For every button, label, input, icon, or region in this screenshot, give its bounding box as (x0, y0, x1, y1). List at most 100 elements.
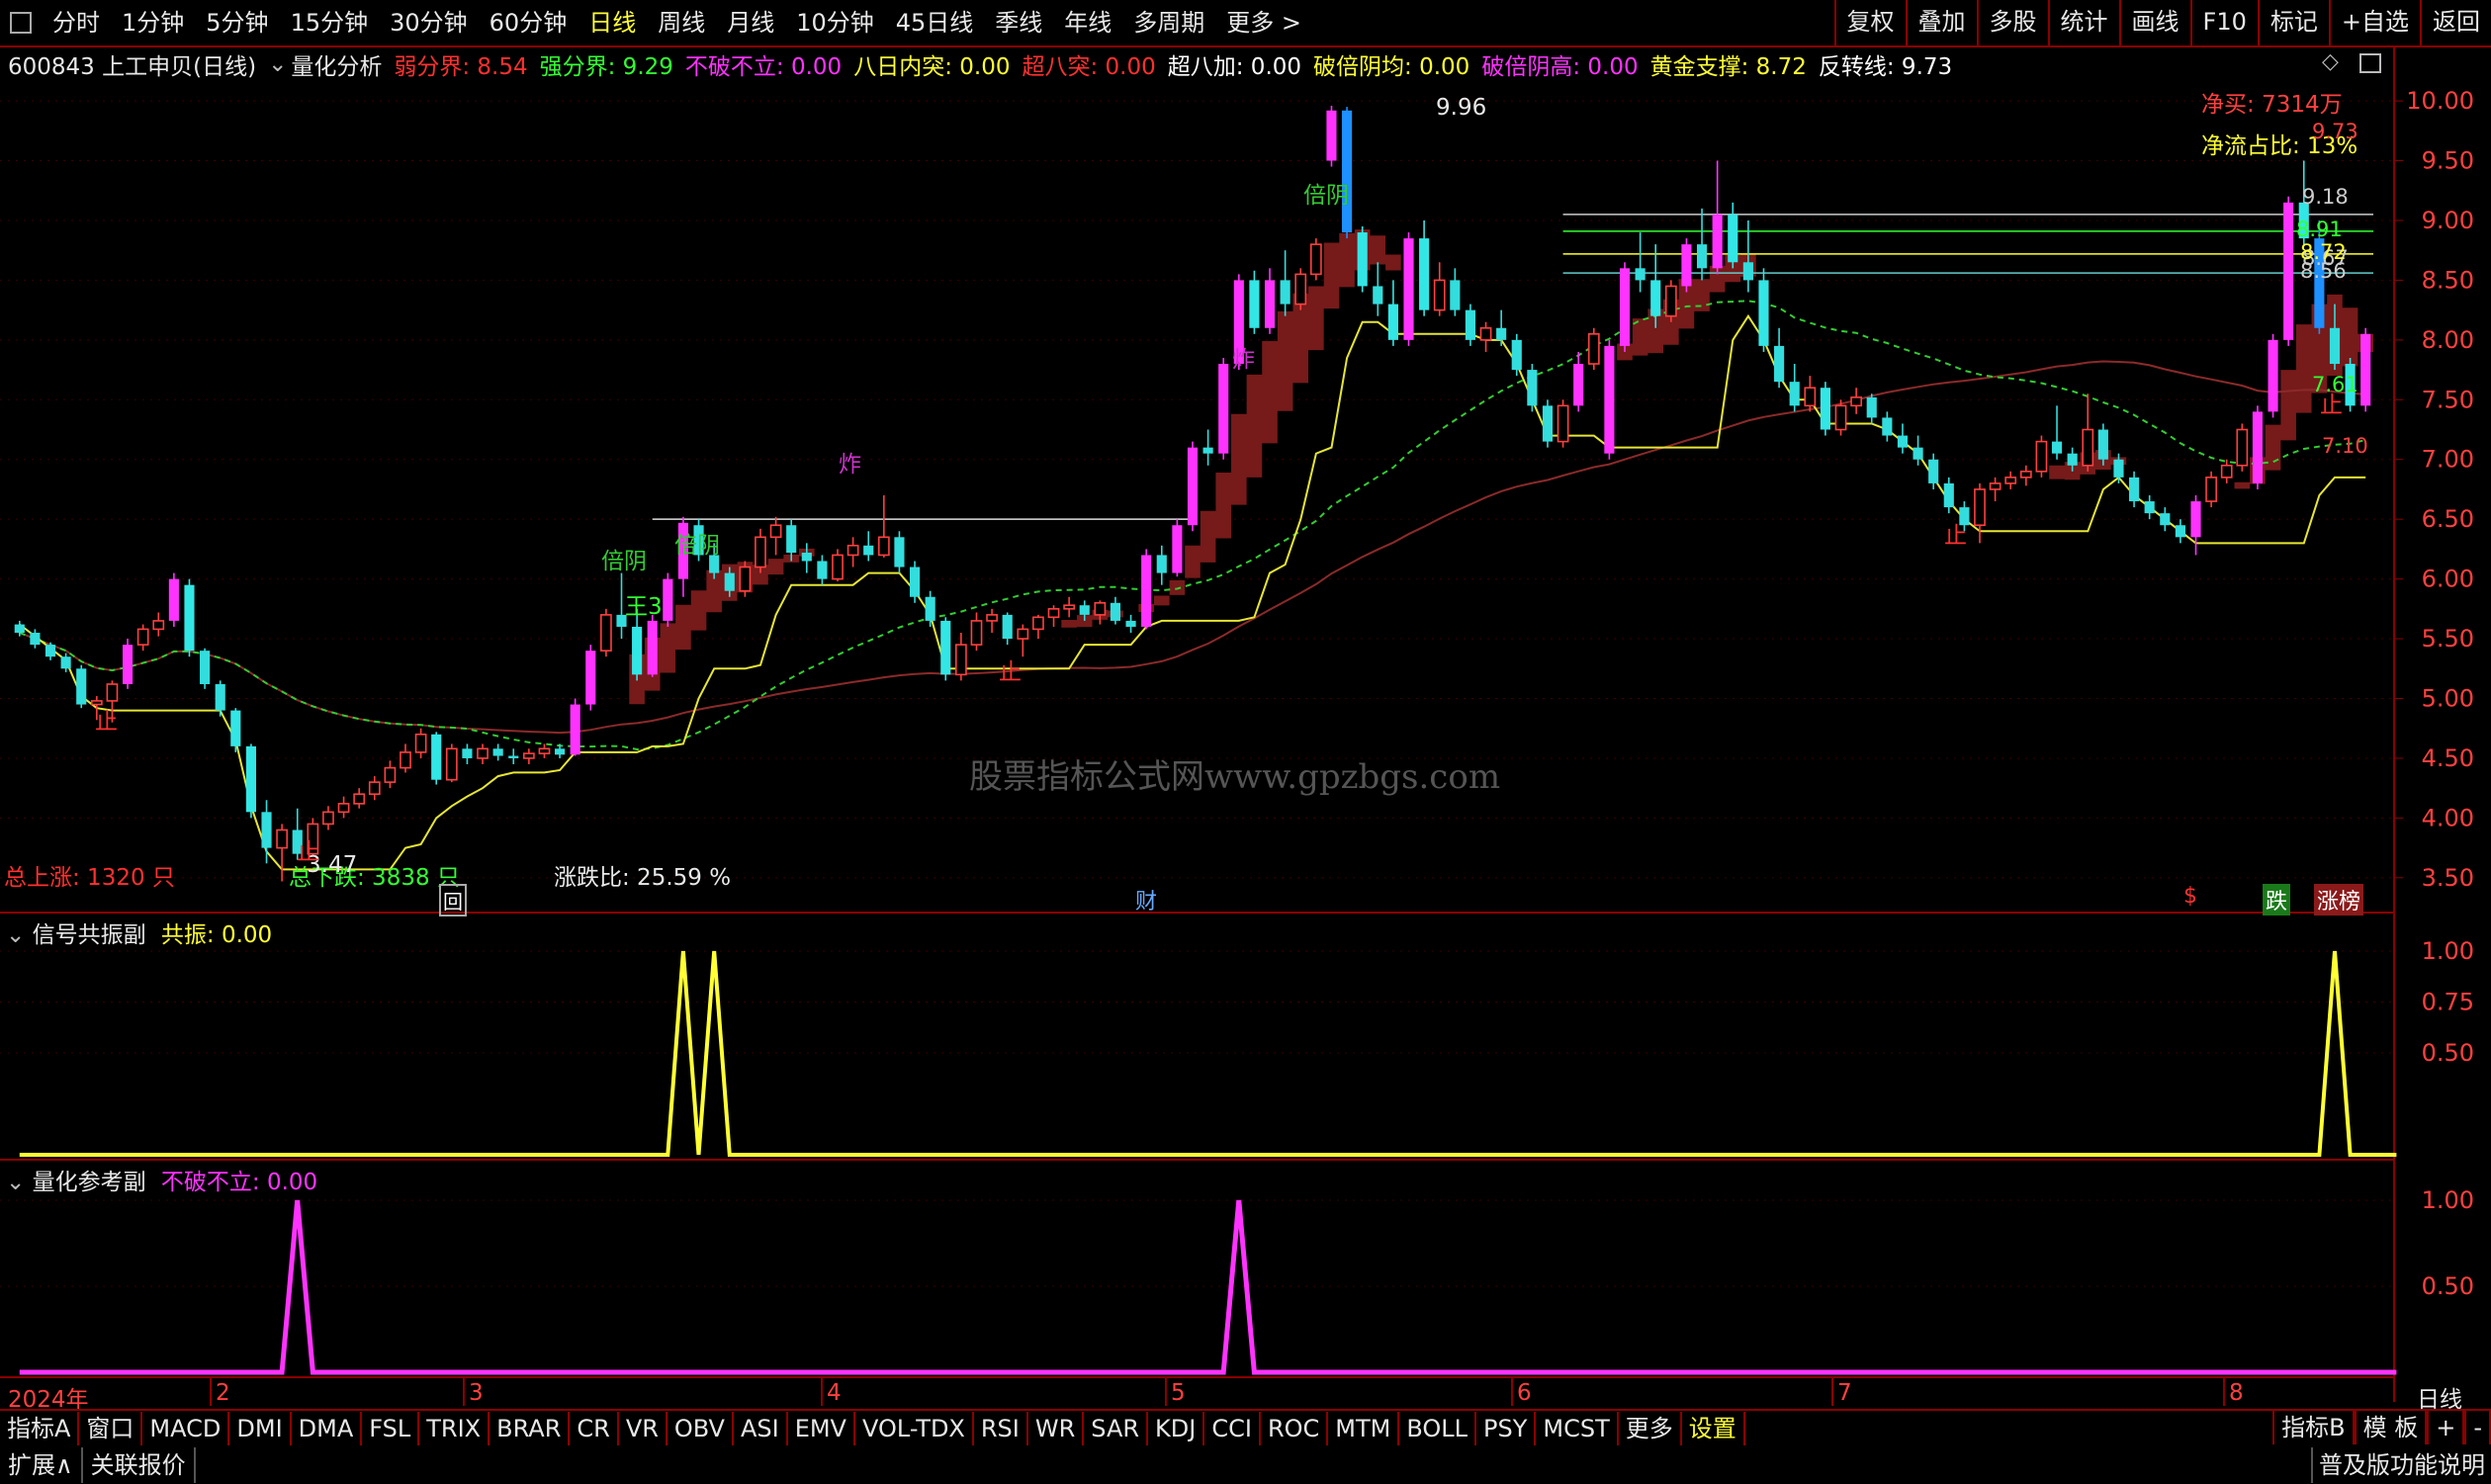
cai-marker[interactable]: 财 (1135, 884, 1157, 916)
candle[interactable] (2360, 327, 2371, 412)
indicator-tab[interactable]: VOL-TDX (855, 1412, 974, 1445)
candle[interactable] (2236, 423, 2249, 472)
indicator-tab[interactable]: SAR (1084, 1412, 1149, 1445)
indicator-right-button[interactable]: - (2464, 1411, 2491, 1444)
candle[interactable] (2082, 393, 2094, 472)
candle[interactable] (1696, 208, 1708, 281)
indicator-tab[interactable]: DMA (292, 1412, 363, 1445)
candle[interactable] (414, 728, 427, 758)
indicator-tab[interactable]: MCST (1536, 1412, 1619, 1445)
candle[interactable] (1433, 262, 1446, 316)
indicator-tab[interactable]: 设置 (1682, 1412, 1745, 1445)
indicator-tab[interactable]: FSL (362, 1412, 420, 1445)
candle[interactable] (1373, 262, 1383, 316)
candle[interactable] (1789, 364, 1800, 412)
candle[interactable] (431, 732, 442, 785)
candle[interactable] (1156, 545, 1167, 585)
candle[interactable] (492, 743, 503, 761)
candle[interactable] (1479, 321, 1492, 352)
candle[interactable] (1913, 435, 1923, 466)
candle[interactable] (970, 612, 983, 652)
candle[interactable] (1758, 268, 1769, 352)
indicator-tab[interactable]: BRAR (489, 1412, 571, 1445)
candle[interactable] (508, 748, 519, 764)
candle[interactable] (769, 516, 782, 556)
candle[interactable] (1664, 280, 1677, 322)
candle[interactable] (909, 561, 921, 603)
candle[interactable] (1326, 105, 1337, 167)
candle[interactable] (555, 743, 566, 758)
candle[interactable] (1989, 477, 2002, 502)
die-marker[interactable]: 跌 (2263, 884, 2291, 916)
indicator-tab[interactable]: EMV (788, 1412, 855, 1445)
hui-marker[interactable]: 回 (439, 884, 467, 917)
indicator-tab[interactable]: PSY (1476, 1412, 1537, 1445)
candle[interactable] (384, 760, 397, 789)
candle[interactable] (1882, 411, 1893, 442)
candle[interactable] (863, 531, 874, 562)
indicator-tab[interactable]: KDJ (1148, 1412, 1205, 1445)
candle[interactable] (1635, 232, 1646, 293)
candle[interactable] (276, 824, 289, 882)
status-button[interactable]: 关联报价 (83, 1447, 196, 1483)
candle[interactable] (2004, 471, 2017, 489)
candle[interactable] (2283, 196, 2294, 346)
indicator-tab[interactable]: BOLL (1399, 1412, 1477, 1445)
candle[interactable] (1943, 477, 1954, 514)
candle[interactable] (1218, 357, 1229, 460)
indicator-tab[interactable]: MTM (1328, 1412, 1400, 1445)
candle[interactable] (184, 578, 195, 657)
candle[interactable] (1866, 393, 1877, 424)
indicator-tab[interactable]: 窗口 (79, 1412, 143, 1445)
candle[interactable] (739, 561, 752, 597)
candle[interactable] (1650, 244, 1661, 328)
candle[interactable] (1728, 202, 1738, 269)
candle[interactable] (1542, 399, 1554, 448)
candle[interactable] (2144, 495, 2155, 520)
candle[interactable] (832, 549, 844, 582)
candle[interactable] (1419, 219, 1430, 316)
candle[interactable] (1125, 614, 1136, 634)
candle[interactable] (2205, 471, 2217, 508)
indicator-tab[interactable]: MACD (142, 1412, 230, 1445)
candle[interactable] (1820, 382, 1830, 436)
candle[interactable] (600, 608, 612, 657)
candle[interactable] (1172, 519, 1183, 577)
candle[interactable] (1047, 605, 1060, 627)
candle[interactable] (817, 555, 828, 585)
candle[interactable] (1002, 612, 1013, 646)
candle[interactable] (1511, 333, 1522, 377)
indicator-tab[interactable]: RSI (974, 1412, 1028, 1445)
indicator-tab[interactable]: ROC (1261, 1412, 1329, 1445)
indicator-right-button[interactable]: 指标B (2272, 1411, 2355, 1444)
indicator-tab[interactable]: TRIX (419, 1412, 490, 1445)
candle[interactable] (2129, 471, 2140, 508)
panel3-dropdown-icon[interactable]: ⌄ (6, 1170, 25, 1195)
candle[interactable] (2268, 333, 2278, 418)
status-button[interactable]: 扩展∧ (0, 1447, 83, 1483)
candle[interactable] (353, 788, 366, 809)
candle[interactable] (1527, 364, 1538, 412)
candle[interactable] (44, 642, 56, 660)
candle[interactable] (445, 743, 458, 783)
candle[interactable] (2160, 507, 2171, 532)
panel2-dropdown-icon[interactable]: ⌄ (6, 922, 25, 948)
candle[interactable] (368, 776, 381, 801)
candle[interactable] (337, 796, 350, 819)
candle[interactable] (400, 743, 411, 773)
candle[interactable] (663, 572, 673, 627)
panel2-title[interactable]: 信号共振副 (33, 922, 146, 948)
zhangbang-marker[interactable]: 涨榜 (2314, 884, 2364, 916)
candle[interactable] (1557, 399, 1569, 448)
candle[interactable] (1403, 232, 1414, 346)
candle[interactable] (477, 743, 489, 764)
candle[interactable] (168, 572, 179, 627)
candle[interactable] (955, 633, 967, 681)
candle[interactable] (1264, 268, 1276, 334)
candle[interactable] (1342, 107, 1353, 239)
candle[interactable] (76, 664, 87, 709)
candle[interactable] (30, 629, 41, 649)
candle[interactable] (1094, 600, 1107, 625)
candle[interactable] (846, 537, 859, 567)
candle[interactable] (1604, 339, 1615, 460)
